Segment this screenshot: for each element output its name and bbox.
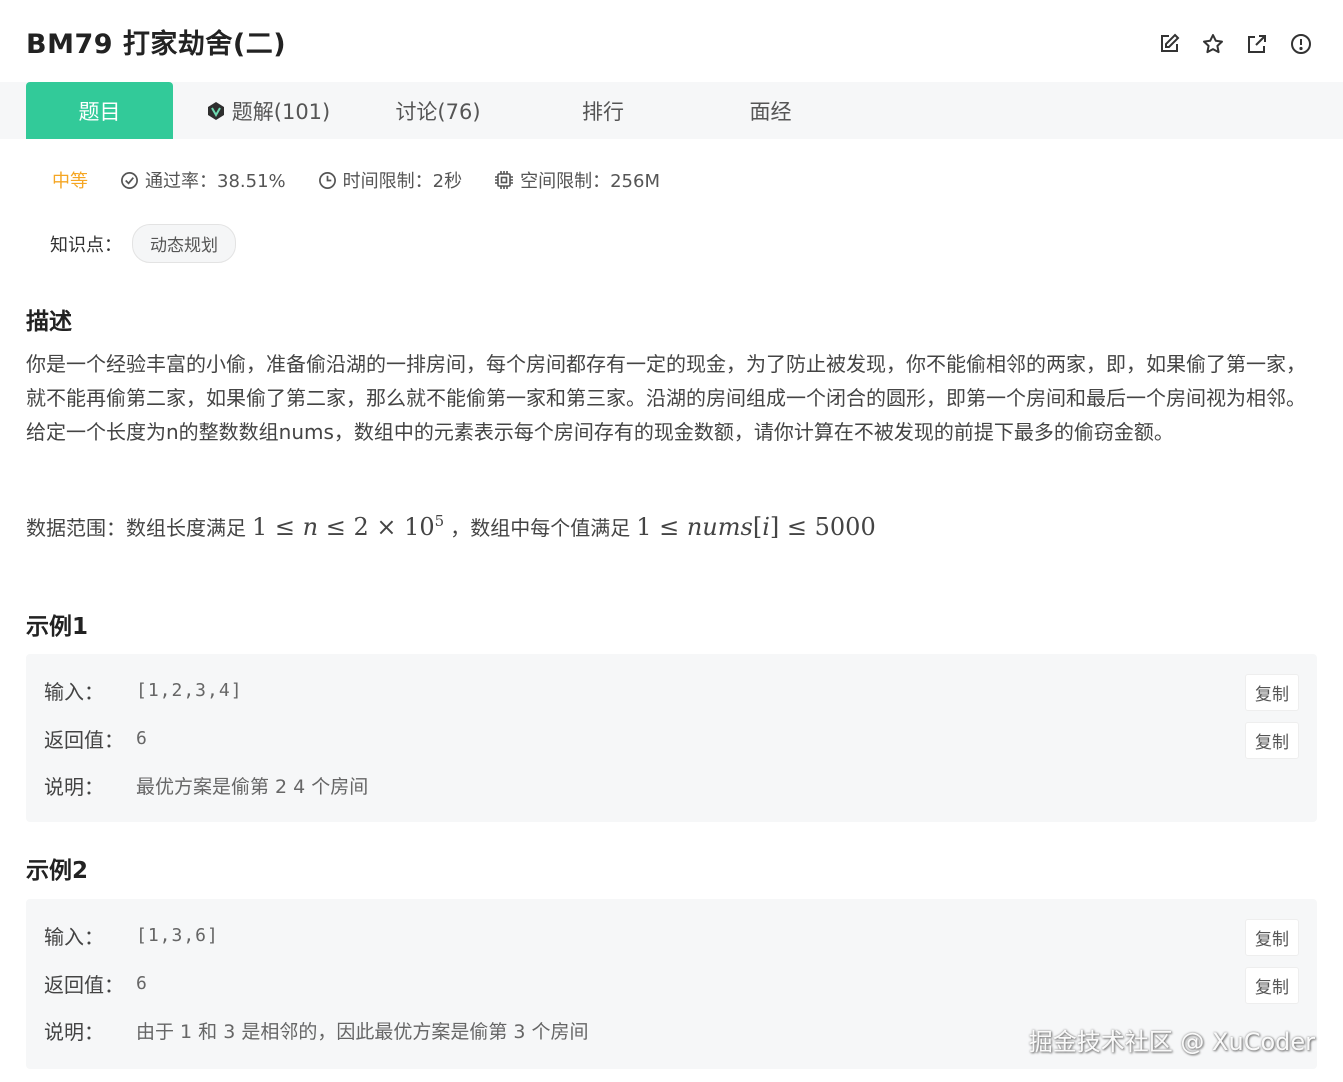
description-paragraph: 你是一个经验丰富的小偷，准备偷沿湖的一排房间，每个房间都存有一定的现金，为了防止… xyxy=(26,352,1306,410)
tab-discussion[interactable]: 讨论(76) xyxy=(363,82,513,139)
chip-icon xyxy=(495,171,514,189)
tag-dynamic-programming[interactable]: 动态规划 xyxy=(132,224,236,263)
example-2-input: [1,3,6] xyxy=(136,925,219,946)
alert-icon[interactable] xyxy=(1289,32,1313,56)
description-body: 你是一个经验丰富的小偷，准备偷沿湖的一排房间，每个房间都存有一定的现金，为了防止… xyxy=(26,347,1316,449)
watermark: 掘金技术社区 @ XuCoder xyxy=(1028,1028,1315,1056)
tab-ranking[interactable]: 排行 xyxy=(513,82,693,139)
copy-input-button[interactable]: 复制 xyxy=(1245,919,1299,956)
tab-solutions[interactable]: 题解(101) xyxy=(173,82,363,139)
range-formula-value: 1 ≤ nums[i] ≤ 5000 xyxy=(636,512,876,541)
header-actions xyxy=(1157,32,1313,56)
example-2-return: 6 xyxy=(136,973,148,994)
example-2-input-row: 输入： [1,3,6] xyxy=(44,925,219,949)
example-2-title: 示例2 xyxy=(26,858,89,884)
data-range: 数据范围：数组长度满足 1 ≤ n ≤ 2 × 105 ，数组中每个值满足 1 … xyxy=(26,512,876,541)
example-2-explain-row: 说明： 由于 1 和 3 是相邻的，因此最优方案是偷第 3 个房间 xyxy=(44,1016,589,1045)
example-1-input-row: 输入： [1,2,3,4] xyxy=(44,680,243,704)
example-1-explain: 最优方案是偷第 2 4 个房间 xyxy=(136,776,369,798)
v-badge-icon xyxy=(207,101,224,120)
copy-input-button[interactable]: 复制 xyxy=(1245,674,1299,711)
copy-return-button[interactable]: 复制 xyxy=(1245,967,1299,1004)
range-formula-length: 1 ≤ n ≤ 2 × 105 xyxy=(252,512,445,541)
description-paragraph: 给定一个长度为n的整数数组nums，数组中的元素表示每个房间存有的现金数额，请你… xyxy=(26,420,1174,444)
tab-problem[interactable]: 题目 xyxy=(26,82,173,139)
tab-bar: 题目 题解(101) 讨论(76) 排行 面经 xyxy=(0,82,1343,139)
knowledge-label: 知识点： xyxy=(50,234,122,256)
pass-rate: 通过率：38.51% xyxy=(120,167,286,193)
star-icon[interactable] xyxy=(1201,32,1225,56)
knowledge-points: 知识点： 动态规划 xyxy=(50,224,236,263)
space-limit: 空间限制：256M xyxy=(494,167,660,193)
example-1-box: 输入： [1,2,3,4] 复制 返回值： 6 复制 说明： 最优方案是偷第 2… xyxy=(26,654,1317,822)
example-1-input: [1,2,3,4] xyxy=(136,680,243,701)
description-title: 描述 xyxy=(26,309,72,335)
page-header: BM79 打家劫舍(二) xyxy=(0,0,1343,82)
copy-return-button[interactable]: 复制 xyxy=(1245,722,1299,759)
tab-interview[interactable]: 面经 xyxy=(693,82,848,139)
difficulty-badge: 中等 xyxy=(52,171,88,192)
check-circle-icon xyxy=(121,171,138,189)
example-1-return-row: 返回值： 6 xyxy=(44,728,148,752)
clock-icon xyxy=(318,171,336,189)
problem-meta: 中等 通过率：38.51% 时间限制：2秒 空间限制：256M xyxy=(52,167,692,193)
example-2-explain: 由于 1 和 3 是相邻的，因此最优方案是偷第 3 个房间 xyxy=(136,1021,589,1043)
example-1-title: 示例1 xyxy=(26,614,89,640)
example-2-return-row: 返回值： 6 xyxy=(44,973,148,997)
example-1-explain-row: 说明： 最优方案是偷第 2 4 个房间 xyxy=(44,771,368,800)
example-1-return: 6 xyxy=(136,728,148,749)
edit-icon[interactable] xyxy=(1157,32,1181,56)
page-title: BM79 打家劫舍(二) xyxy=(26,28,287,60)
time-limit: 时间限制：2秒 xyxy=(318,167,462,193)
external-link-icon[interactable] xyxy=(1245,32,1269,56)
